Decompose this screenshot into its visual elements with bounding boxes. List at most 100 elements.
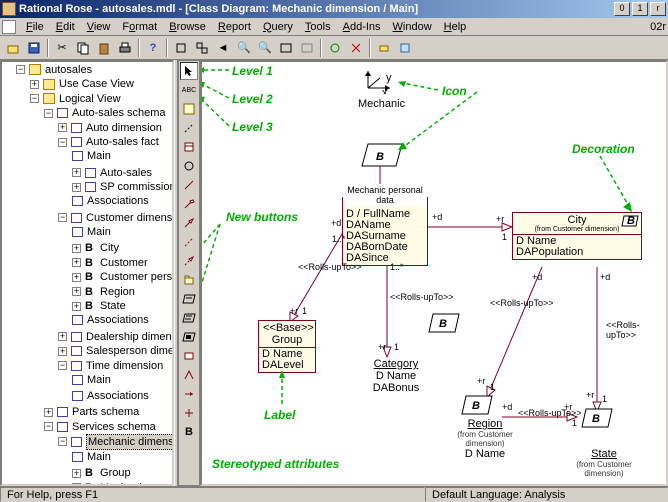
menu-tools[interactable]: Tools	[299, 19, 337, 35]
annot-decoration: Decoration	[572, 142, 635, 156]
level1-tool[interactable]	[180, 290, 198, 308]
tree-region[interactable]: Region	[100, 285, 135, 299]
menu-query[interactable]: Query	[257, 19, 299, 35]
tree-mechdim[interactable]: Mechanic dimension	[86, 434, 174, 450]
menu-browse[interactable]: Browse	[163, 19, 212, 35]
zoom-out-button[interactable]: 🔍	[255, 38, 275, 58]
tree-main4[interactable]: Main	[87, 450, 111, 464]
maximize-button[interactable]: 1	[632, 2, 648, 16]
browse-parent-button[interactable]	[192, 38, 212, 58]
previous-button[interactable]: ◄	[213, 38, 233, 58]
menu-report[interactable]: Report	[212, 19, 257, 35]
generalization-tool[interactable]	[180, 214, 198, 232]
level2-tool[interactable]	[180, 309, 198, 327]
tree-root[interactable]: autosales	[45, 63, 92, 77]
class-tool[interactable]	[180, 138, 198, 156]
tree-usecase[interactable]: Use Case View	[59, 77, 134, 91]
menu-edit[interactable]: Edit	[50, 19, 81, 35]
tree-customer[interactable]: Customer	[100, 256, 148, 270]
tree-group[interactable]: Group	[100, 466, 131, 480]
tree-assoc2[interactable]: Associations	[87, 313, 149, 327]
custom5-tool[interactable]: B	[180, 423, 198, 441]
open-button[interactable]	[3, 38, 23, 58]
tree-main3[interactable]: Main	[87, 373, 111, 387]
tree-autofact[interactable]: Auto-sales fact	[86, 135, 159, 149]
realize-tool[interactable]	[180, 252, 198, 270]
tree-spcomm[interactable]: SP commission	[100, 180, 174, 194]
tree-schema[interactable]: Auto-sales schema	[72, 106, 166, 120]
tree-services[interactable]: Services schema	[72, 420, 156, 434]
mdi-close-button[interactable]: r	[662, 21, 666, 33]
menu-view[interactable]: View	[81, 19, 117, 35]
menu-format[interactable]: Format	[116, 19, 163, 35]
tree-salesdim[interactable]: Salesperson dimension	[86, 344, 174, 358]
text-tool[interactable]: ABC	[180, 81, 198, 99]
tree-assoc1[interactable]: Associations	[87, 194, 149, 208]
tree-main2[interactable]: Main	[87, 225, 111, 239]
zoom-in-button[interactable]: 🔍	[234, 38, 254, 58]
diagram-canvas[interactable]: yx Mechanic B Mechanic personal data D /…	[200, 60, 668, 486]
role: +d	[432, 212, 442, 222]
custom1-tool[interactable]	[180, 347, 198, 365]
custom4-tool[interactable]	[180, 404, 198, 422]
copy-button[interactable]	[73, 38, 93, 58]
rolls-label: <<Rolls-upTo>>	[390, 292, 454, 302]
city-class[interactable]: City (from Customer dimension) B D Name …	[512, 212, 642, 260]
tree-parts[interactable]: Parts schema	[72, 405, 139, 419]
pointer-tool[interactable]	[180, 62, 198, 80]
level3-tool[interactable]	[180, 328, 198, 346]
save-button[interactable]	[24, 38, 44, 58]
tree-logical[interactable]: Logical View	[59, 92, 121, 106]
group-class[interactable]: <<Base>>Group D Name DALevel	[258, 320, 316, 373]
category-class[interactable]: Category D Name DABonus	[368, 358, 424, 394]
tree-autosales[interactable]: Auto-sales	[100, 166, 152, 180]
anchor-tool[interactable]	[180, 119, 198, 137]
tree-state[interactable]: State	[100, 299, 126, 313]
minimize-button[interactable]: 0	[614, 2, 630, 16]
tree-city[interactable]: City	[100, 241, 119, 255]
group-stereo: <<Base>>	[263, 322, 311, 334]
mechanic-class-icon[interactable]: B	[360, 142, 404, 168]
tree-main1[interactable]: Main	[87, 149, 111, 163]
menu-addins[interactable]: Add-Ins	[337, 19, 387, 35]
tree-timedim[interactable]: Time dimension	[86, 359, 163, 373]
aggregation-tool[interactable]	[180, 195, 198, 213]
tool-b-button[interactable]	[346, 38, 366, 58]
interface-tool[interactable]	[180, 157, 198, 175]
attr: DALevel	[262, 360, 312, 371]
status-left: For Help, press F1	[0, 487, 425, 502]
browser-tree[interactable]: −autosales +Use Case View −Logical View …	[0, 60, 174, 486]
assoc-tool[interactable]	[180, 176, 198, 194]
paste-button[interactable]	[94, 38, 114, 58]
tool-a-button[interactable]	[325, 38, 345, 58]
state-icon[interactable]: B	[580, 407, 614, 429]
undo-fit-button[interactable]	[297, 38, 317, 58]
rolls-label: <<Rolls-upTo>>	[298, 262, 362, 272]
tree-autodim[interactable]: Auto dimension	[86, 121, 162, 135]
custom2-tool[interactable]	[180, 366, 198, 384]
tree-assoc3[interactable]: Associations	[87, 389, 149, 403]
tree-dealdim[interactable]: Dealership dimension	[86, 330, 174, 344]
menu-help[interactable]: Help	[438, 19, 473, 35]
tree-custdim[interactable]: Customer dimension	[86, 211, 174, 225]
b-icon-1[interactable]: B	[427, 312, 461, 334]
close-button[interactable]: r	[650, 2, 666, 16]
cut-button[interactable]: ✂	[52, 38, 72, 58]
role: +d	[600, 272, 610, 282]
annot-level2: Level 2	[232, 92, 273, 106]
tree-custpers[interactable]: Customer personal data	[100, 270, 174, 284]
tool-c-button[interactable]	[374, 38, 394, 58]
menu-file[interactable]: File	[20, 19, 50, 35]
fit-button[interactable]	[276, 38, 296, 58]
help-button[interactable]: ?	[143, 38, 163, 58]
note-tool[interactable]	[180, 100, 198, 118]
tool-d-button[interactable]	[395, 38, 415, 58]
print-button[interactable]	[115, 38, 135, 58]
custom3-tool[interactable]	[180, 385, 198, 403]
browse-class-button[interactable]	[171, 38, 191, 58]
menu-window[interactable]: Window	[387, 19, 438, 35]
mech-personal-class[interactable]: Mechanic personal data D / FullName DANa…	[342, 197, 428, 266]
region-icon[interactable]: B	[460, 394, 494, 416]
dependency-tool[interactable]	[180, 233, 198, 251]
package-tool[interactable]	[180, 271, 198, 289]
